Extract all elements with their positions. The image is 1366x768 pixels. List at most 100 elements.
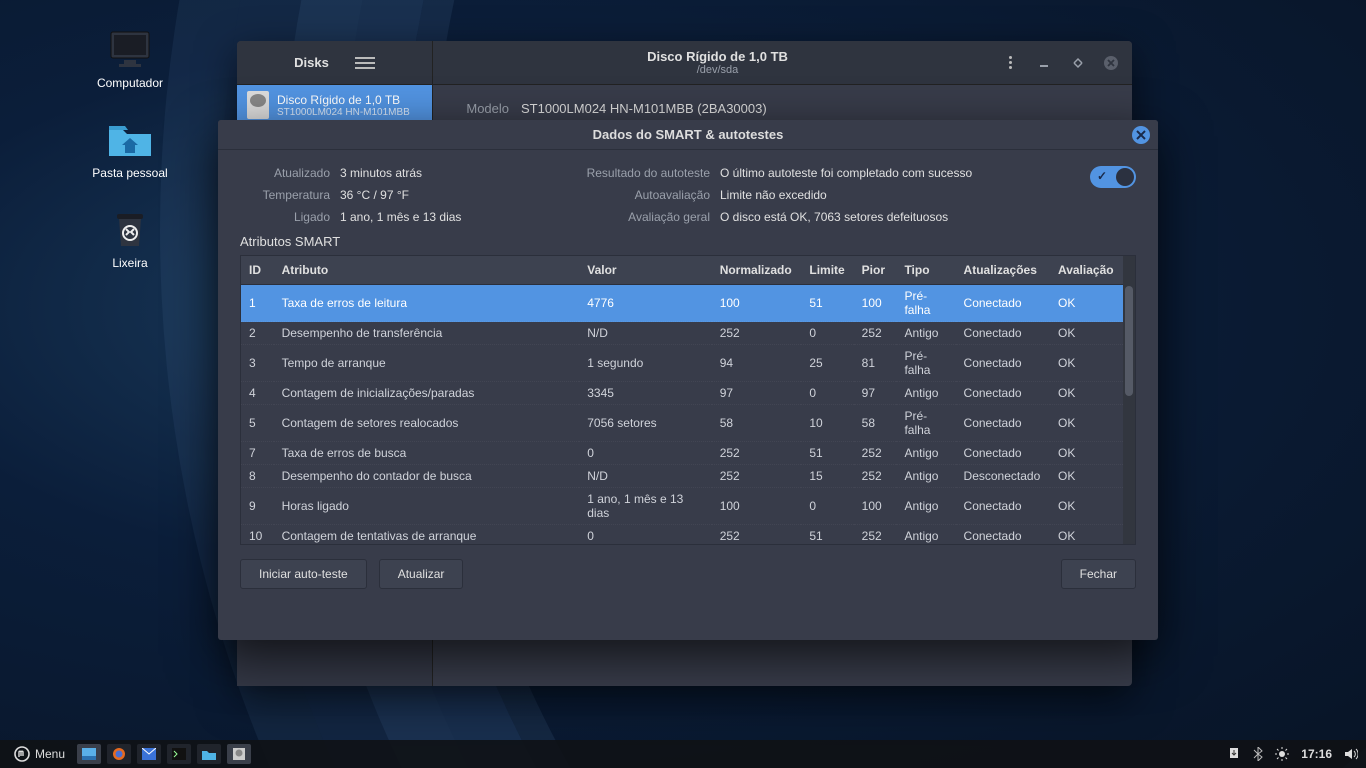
disks-header-center: Disco Rígido de 1,0 TB /dev/sda	[433, 41, 1002, 84]
table-row[interactable]: 10Contagem de tentativas de arranque0252…	[241, 525, 1123, 545]
table-row[interactable]: 7Taxa de erros de busca025251252AntigoCo…	[241, 442, 1123, 465]
cell-aval: OK	[1050, 488, 1123, 525]
cell-pior: 252	[854, 322, 897, 345]
hamburger-menu-button[interactable]	[355, 57, 375, 69]
desktop-icon-label: Computador	[70, 76, 190, 90]
cell-lim: 51	[801, 525, 853, 545]
table-row[interactable]: 2Desempenho de transferênciaN/D2520252An…	[241, 322, 1123, 345]
dialog-close-button[interactable]	[1132, 126, 1150, 144]
cell-lim: 51	[801, 285, 853, 322]
close-dialog-button[interactable]: Fechar	[1061, 559, 1136, 589]
table-row[interactable]: 8Desempenho do contador de buscaN/D25215…	[241, 465, 1123, 488]
cell-aval: OK	[1050, 285, 1123, 322]
cell-val: 0	[579, 442, 711, 465]
cell-atual: Conectado	[956, 285, 1050, 322]
cell-norm: 100	[712, 285, 802, 322]
temperature-label: Temperatura	[240, 188, 330, 202]
cell-pior: 252	[854, 525, 897, 545]
cell-lim: 15	[801, 465, 853, 488]
col-val[interactable]: Valor	[579, 256, 711, 285]
cell-lim: 25	[801, 345, 853, 382]
cell-attr: Contagem de setores realocados	[274, 405, 580, 442]
overall-value: O disco está OK, 7063 setores defeituoso…	[720, 210, 1076, 224]
updates-icon[interactable]	[1227, 747, 1241, 761]
task-mail[interactable]	[137, 744, 161, 764]
col-aval[interactable]: Avaliação	[1050, 256, 1123, 285]
smart-enabled-toggle[interactable]: ✓	[1090, 166, 1136, 188]
col-norm[interactable]: Normalizado	[712, 256, 802, 285]
col-id[interactable]: ID	[241, 256, 274, 285]
volume-icon[interactable]	[1344, 747, 1358, 761]
disks-header-right	[1002, 41, 1132, 84]
col-atual[interactable]: Atualizações	[956, 256, 1050, 285]
disks-app-title: Disks	[294, 55, 329, 70]
clock[interactable]: 17:16	[1301, 747, 1332, 761]
task-files[interactable]	[197, 744, 221, 764]
table-row[interactable]: 3Tempo de arranque1 segundo942581Pré-fal…	[241, 345, 1123, 382]
smart-dialog: Dados do SMART & autotestes Atualizado 3…	[218, 120, 1158, 640]
minimize-button[interactable]	[1036, 54, 1054, 72]
disk-list-item[interactable]: Disco Rígido de 1,0 TB ST1000LM024 HN-M1…	[237, 85, 432, 125]
table-row[interactable]: 4Contagem de inicializações/paradas33459…	[241, 382, 1123, 405]
cell-lim: 51	[801, 442, 853, 465]
disk-item-subtitle: ST1000LM024 HN-M101MBB	[277, 107, 410, 118]
cell-val: 4776	[579, 285, 711, 322]
col-tipo[interactable]: Tipo	[896, 256, 955, 285]
scrollbar-thumb[interactable]	[1125, 286, 1133, 396]
task-terminal[interactable]	[167, 744, 191, 764]
close-button[interactable]	[1103, 54, 1121, 72]
desktop-icon-home[interactable]: Pasta pessoal	[70, 120, 190, 180]
menu-label: Menu	[35, 747, 65, 761]
cell-pior: 58	[854, 405, 897, 442]
cell-tipo: Antigo	[896, 442, 955, 465]
cell-norm: 252	[712, 442, 802, 465]
desktop-icon-label: Lixeira	[70, 256, 190, 270]
col-pior[interactable]: Pior	[854, 256, 897, 285]
desktop-icon-label: Pasta pessoal	[70, 166, 190, 180]
disk-options-button[interactable]	[1002, 54, 1020, 72]
cell-lim: 0	[801, 488, 853, 525]
start-menu-button[interactable]: Menu	[8, 746, 71, 762]
table-row[interactable]: 9Horas ligado1 ano, 1 mês e 13 dias10001…	[241, 488, 1123, 525]
cell-norm: 252	[712, 525, 802, 545]
col-attr[interactable]: Atributo	[274, 256, 580, 285]
cell-val: 3345	[579, 382, 711, 405]
updated-value: 3 minutos atrás	[340, 166, 580, 180]
cell-id: 4	[241, 382, 274, 405]
smart-attributes-table: ID Atributo Valor Normalizado Limite Pio…	[241, 256, 1123, 544]
bluetooth-icon[interactable]	[1253, 747, 1263, 761]
task-firefox[interactable]	[107, 744, 131, 764]
table-row[interactable]: 5Contagem de setores realocados7056 seto…	[241, 405, 1123, 442]
cell-aval: OK	[1050, 465, 1123, 488]
task-show-desktop[interactable]	[77, 744, 101, 764]
smart-dialog-buttons: Iniciar auto-teste Atualizar Fechar	[218, 545, 1158, 603]
model-value: ST1000LM024 HN-M101MBB (2BA30003)	[521, 101, 767, 116]
cell-val: N/D	[579, 322, 711, 345]
refresh-button[interactable]: Atualizar	[379, 559, 464, 589]
start-selftest-button[interactable]: Iniciar auto-teste	[240, 559, 367, 589]
cell-tipo: Antigo	[896, 465, 955, 488]
cell-atual: Conectado	[956, 488, 1050, 525]
table-row[interactable]: 1Taxa de erros de leitura477610051100Pré…	[241, 285, 1123, 322]
cell-aval: OK	[1050, 525, 1123, 545]
cell-tipo: Antigo	[896, 322, 955, 345]
maximize-button[interactable]	[1069, 54, 1087, 72]
cell-attr: Desempenho de transferência	[274, 322, 580, 345]
task-disks[interactable]	[227, 744, 251, 764]
cell-attr: Taxa de erros de busca	[274, 442, 580, 465]
cell-val: 1 ano, 1 mês e 13 dias	[579, 488, 711, 525]
poweron-value: 1 ano, 1 mês e 13 dias	[340, 210, 580, 224]
cell-atual: Conectado	[956, 405, 1050, 442]
desktop-icon-computer[interactable]: Computador	[70, 30, 190, 90]
desktop-icon-trash[interactable]: Lixeira	[70, 210, 190, 270]
smart-table-scroll: ID Atributo Valor Normalizado Limite Pio…	[241, 256, 1123, 544]
cell-pior: 100	[854, 285, 897, 322]
smart-attributes-heading: Atributos SMART	[218, 234, 1158, 255]
disk-subtitle: /dev/sda	[697, 64, 739, 76]
system-tray: 17:16	[1227, 747, 1358, 761]
col-lim[interactable]: Limite	[801, 256, 853, 285]
computer-icon	[107, 30, 153, 70]
brightness-icon[interactable]	[1275, 747, 1289, 761]
table-scrollbar[interactable]	[1123, 256, 1135, 544]
cell-pior: 100	[854, 488, 897, 525]
